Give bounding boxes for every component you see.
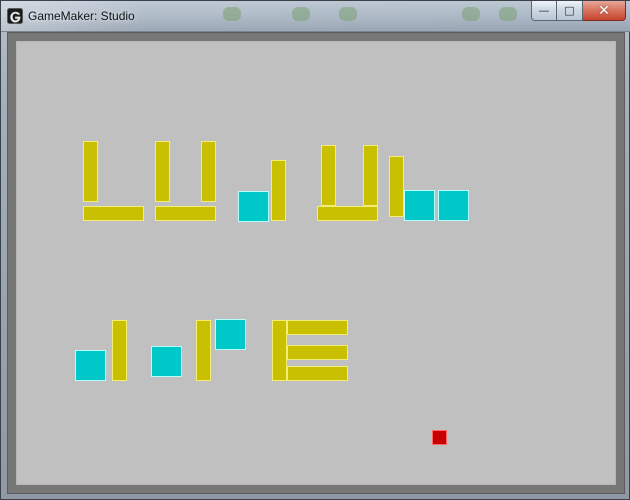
red-player-block[interactable] (432, 430, 447, 445)
yellow-wall-block (201, 141, 216, 202)
yellow-wall-block (155, 141, 170, 202)
cyan-block (75, 350, 106, 381)
close-button[interactable]: ✕ (583, 1, 626, 21)
gamemaker-icon[interactable] (7, 8, 23, 24)
cyan-block (404, 190, 435, 221)
titlebar-glass-highlight (499, 7, 517, 21)
cyan-block (151, 346, 182, 377)
window-title: GameMaker: Studio (28, 9, 135, 23)
yellow-wall-block (83, 141, 98, 202)
cyan-block (238, 191, 269, 222)
cyan-block (215, 319, 246, 350)
maximize-button[interactable]: □ (557, 1, 583, 21)
yellow-wall-block (196, 320, 211, 381)
maximize-icon: □ (564, 4, 575, 17)
titlebar-glass-highlight (223, 7, 241, 21)
game-window: GameMaker: Studio — □ ✕ (0, 0, 630, 500)
game-room-canvas[interactable] (16, 41, 616, 485)
yellow-wall-block (271, 160, 286, 221)
yellow-wall-block (112, 320, 127, 381)
yellow-wall-block (363, 145, 378, 206)
yellow-wall-block (317, 206, 378, 221)
window-titlebar[interactable]: GameMaker: Studio — □ ✕ (1, 1, 630, 32)
close-icon: ✕ (598, 2, 610, 19)
titlebar-glass-highlight (339, 7, 357, 21)
minimize-icon: — (538, 4, 550, 17)
minimize-button[interactable]: — (531, 1, 557, 21)
yellow-wall-block (321, 145, 336, 206)
cyan-block (438, 190, 469, 221)
yellow-wall-block (389, 156, 404, 217)
window-client-area (7, 32, 625, 494)
titlebar-glass-highlight (292, 7, 310, 21)
caption-buttons: — □ ✕ (531, 1, 626, 21)
yellow-wall-block (155, 206, 216, 221)
yellow-wall-block (83, 206, 144, 221)
yellow-wall-block (287, 320, 348, 335)
titlebar-glass-highlight (462, 7, 480, 21)
yellow-wall-block (287, 345, 348, 360)
yellow-wall-block (272, 320, 287, 381)
yellow-wall-block (287, 366, 348, 381)
